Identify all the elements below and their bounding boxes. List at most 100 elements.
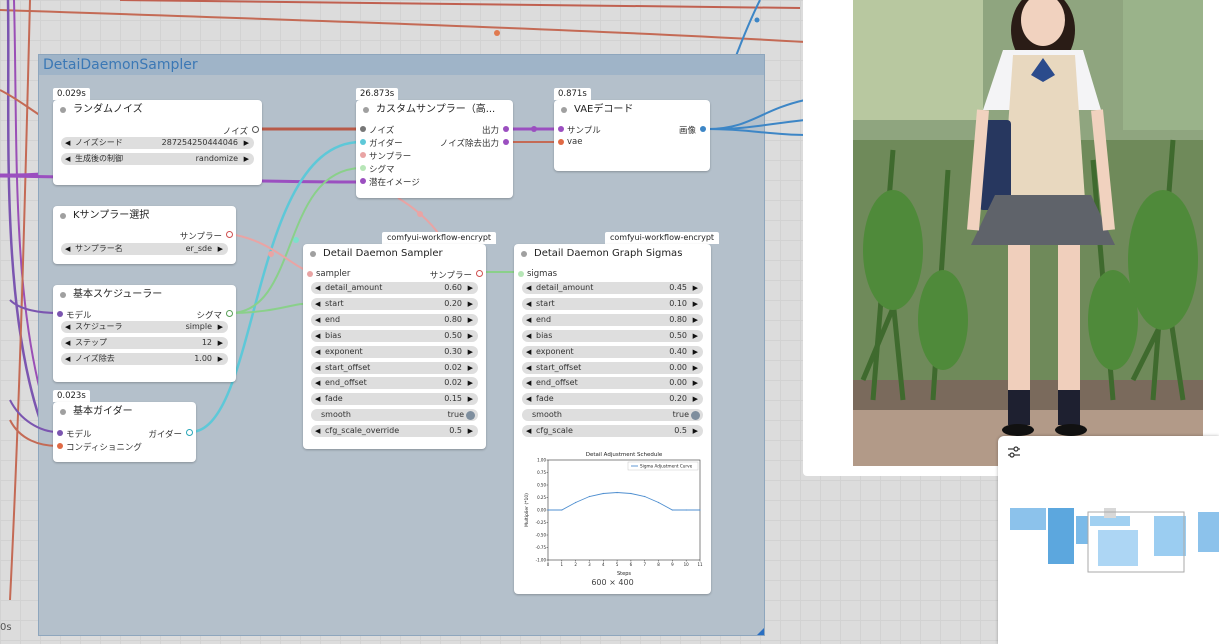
- increment-icon[interactable]: ▶: [468, 330, 473, 342]
- input-socket[interactable]: [518, 271, 524, 277]
- decrement-icon[interactable]: ◀: [315, 314, 320, 326]
- output-socket[interactable]: [186, 429, 193, 436]
- decrement-icon[interactable]: ◀: [315, 282, 320, 294]
- scheduler-widget[interactable]: ◀ スケジューラ simple ▶: [61, 321, 228, 333]
- node-title[interactable]: VAEデコード: [554, 100, 710, 120]
- minimap-panel[interactable]: [998, 436, 1219, 644]
- output-socket[interactable]: [503, 139, 509, 145]
- input-socket[interactable]: [360, 126, 366, 132]
- control-after-widget[interactable]: ◀ 生成後の制御 randomize ▶: [61, 153, 254, 165]
- noise-seed-widget[interactable]: ◀ ノイズシード 287254250444046 ▶: [61, 137, 254, 149]
- minimap-view[interactable]: [998, 494, 1219, 644]
- increment-icon[interactable]: ▶: [244, 153, 249, 165]
- output-socket[interactable]: [476, 270, 483, 277]
- widget-bias[interactable]: ◀ bias 0.50 ▶: [311, 329, 478, 342]
- decrement-icon[interactable]: ◀: [526, 393, 531, 405]
- widget-smooth[interactable]: smooth true: [522, 409, 703, 422]
- increment-icon[interactable]: ▶: [244, 137, 249, 149]
- widget-fade[interactable]: ◀ fade 0.20 ▶: [522, 393, 703, 406]
- widget-exponent[interactable]: ◀ exponent 0.30 ▶: [311, 345, 478, 358]
- decrement-icon[interactable]: ◀: [526, 362, 531, 374]
- toggle-knob[interactable]: [466, 410, 475, 420]
- decrement-icon[interactable]: ◀: [65, 353, 70, 365]
- node-detail-daemon-sampler[interactable]: Detail Daemon Sampler sampler サンプラー ◀ det…: [303, 244, 486, 449]
- increment-icon[interactable]: ▶: [218, 353, 223, 365]
- decrement-icon[interactable]: ◀: [315, 346, 320, 358]
- input-socket[interactable]: [307, 271, 313, 277]
- decrement-icon[interactable]: ◀: [526, 377, 531, 389]
- decrement-icon[interactable]: ◀: [315, 425, 320, 437]
- widget-start[interactable]: ◀ start 0.20 ▶: [311, 297, 478, 310]
- node-ksampler-select[interactable]: Kサンプラー選択 サンプラー ◀ サンプラー名 er_sde ▶: [53, 206, 236, 264]
- increment-icon[interactable]: ▶: [693, 362, 698, 374]
- widget-end[interactable]: ◀ end 0.80 ▶: [311, 313, 478, 326]
- node-title[interactable]: 基本ガイダー: [53, 402, 196, 422]
- decrement-icon[interactable]: ◀: [315, 393, 320, 405]
- widget-cfg-scale-override[interactable]: ◀ cfg_scale_override 0.5 ▶: [311, 425, 478, 438]
- widget-detail-amount[interactable]: ◀ detail_amount 0.60 ▶: [311, 282, 478, 294]
- toggle-knob[interactable]: [691, 410, 700, 420]
- increment-icon[interactable]: ▶: [693, 282, 698, 294]
- input-socket[interactable]: [558, 126, 564, 132]
- output-socket[interactable]: [226, 310, 233, 317]
- decrement-icon[interactable]: ◀: [65, 153, 70, 165]
- decrement-icon[interactable]: ◀: [65, 137, 70, 149]
- node-title[interactable]: Detail Daemon Graph Sigmas: [514, 244, 711, 264]
- decrement-icon[interactable]: ◀: [526, 330, 531, 342]
- widget-smooth[interactable]: smooth true: [311, 409, 478, 422]
- input-socket[interactable]: [57, 430, 63, 436]
- decrement-icon[interactable]: ◀: [65, 321, 70, 333]
- increment-icon[interactable]: ▶: [693, 330, 698, 342]
- widget-detail-amount[interactable]: ◀ detail_amount 0.45 ▶: [522, 282, 703, 294]
- increment-icon[interactable]: ▶: [218, 243, 223, 255]
- increment-icon[interactable]: ▶: [468, 298, 473, 310]
- output-socket[interactable]: [700, 126, 706, 132]
- widget-cfg-scale[interactable]: ◀ cfg_scale 0.5 ▶: [522, 425, 703, 438]
- node-title[interactable]: Detail Daemon Sampler: [303, 244, 486, 264]
- decrement-icon[interactable]: ◀: [65, 243, 70, 255]
- increment-icon[interactable]: ▶: [468, 393, 473, 405]
- widget-end-offset[interactable]: ◀ end_offset 0.02 ▶: [311, 377, 478, 390]
- increment-icon[interactable]: ▶: [218, 321, 223, 333]
- group-resize-handle[interactable]: [757, 628, 764, 635]
- increment-icon[interactable]: ▶: [468, 377, 473, 389]
- decrement-icon[interactable]: ◀: [315, 362, 320, 374]
- widget-end[interactable]: ◀ end 0.80 ▶: [522, 313, 703, 326]
- increment-icon[interactable]: ▶: [693, 393, 698, 405]
- increment-icon[interactable]: ▶: [468, 314, 473, 326]
- widget-start[interactable]: ◀ start 0.10 ▶: [522, 297, 703, 310]
- increment-icon[interactable]: ▶: [693, 377, 698, 389]
- node-title[interactable]: カスタムサンプラー（高...: [356, 100, 513, 120]
- increment-icon[interactable]: ▶: [693, 298, 698, 310]
- decrement-icon[interactable]: ◀: [526, 282, 531, 294]
- increment-icon[interactable]: ▶: [468, 346, 473, 358]
- input-socket[interactable]: [360, 139, 366, 145]
- decrement-icon[interactable]: ◀: [526, 425, 531, 437]
- widget-bias[interactable]: ◀ bias 0.50 ▶: [522, 329, 703, 342]
- output-socket[interactable]: [503, 126, 509, 132]
- increment-icon[interactable]: ▶: [218, 337, 223, 349]
- increment-icon[interactable]: ▶: [468, 362, 473, 374]
- node-custom-sampler[interactable]: カスタムサンプラー（高... ノイズ ガイダー サンプラー シグマ 潜在イメージ…: [356, 100, 513, 198]
- increment-icon[interactable]: ▶: [693, 314, 698, 326]
- widget-exponent[interactable]: ◀ exponent 0.40 ▶: [522, 345, 703, 358]
- widget-end-offset[interactable]: ◀ end_offset 0.00 ▶: [522, 377, 703, 390]
- node-title[interactable]: ランダムノイズ: [53, 100, 262, 120]
- decrement-icon[interactable]: ◀: [526, 298, 531, 310]
- input-socket[interactable]: [360, 178, 366, 184]
- increment-icon[interactable]: ▶: [468, 282, 473, 294]
- image-preview-panel[interactable]: [803, 0, 1219, 476]
- input-socket[interactable]: [558, 139, 564, 145]
- input-socket[interactable]: [57, 311, 63, 317]
- node-vae-decode[interactable]: VAEデコード サンプル vae 画像: [554, 100, 710, 171]
- decrement-icon[interactable]: ◀: [315, 377, 320, 389]
- input-socket[interactable]: [360, 165, 366, 171]
- node-title[interactable]: Kサンプラー選択: [53, 206, 236, 226]
- increment-icon[interactable]: ▶: [468, 425, 473, 437]
- node-basic-guider[interactable]: 基本ガイダー モデル ガイダー コンディショニング: [53, 402, 196, 462]
- settings-sliders-icon[interactable]: [1007, 445, 1021, 462]
- input-socket[interactable]: [57, 443, 63, 449]
- steps-widget[interactable]: ◀ ステップ 12 ▶: [61, 337, 228, 349]
- output-socket[interactable]: [226, 231, 233, 238]
- node-title[interactable]: 基本スケジューラー: [53, 285, 236, 305]
